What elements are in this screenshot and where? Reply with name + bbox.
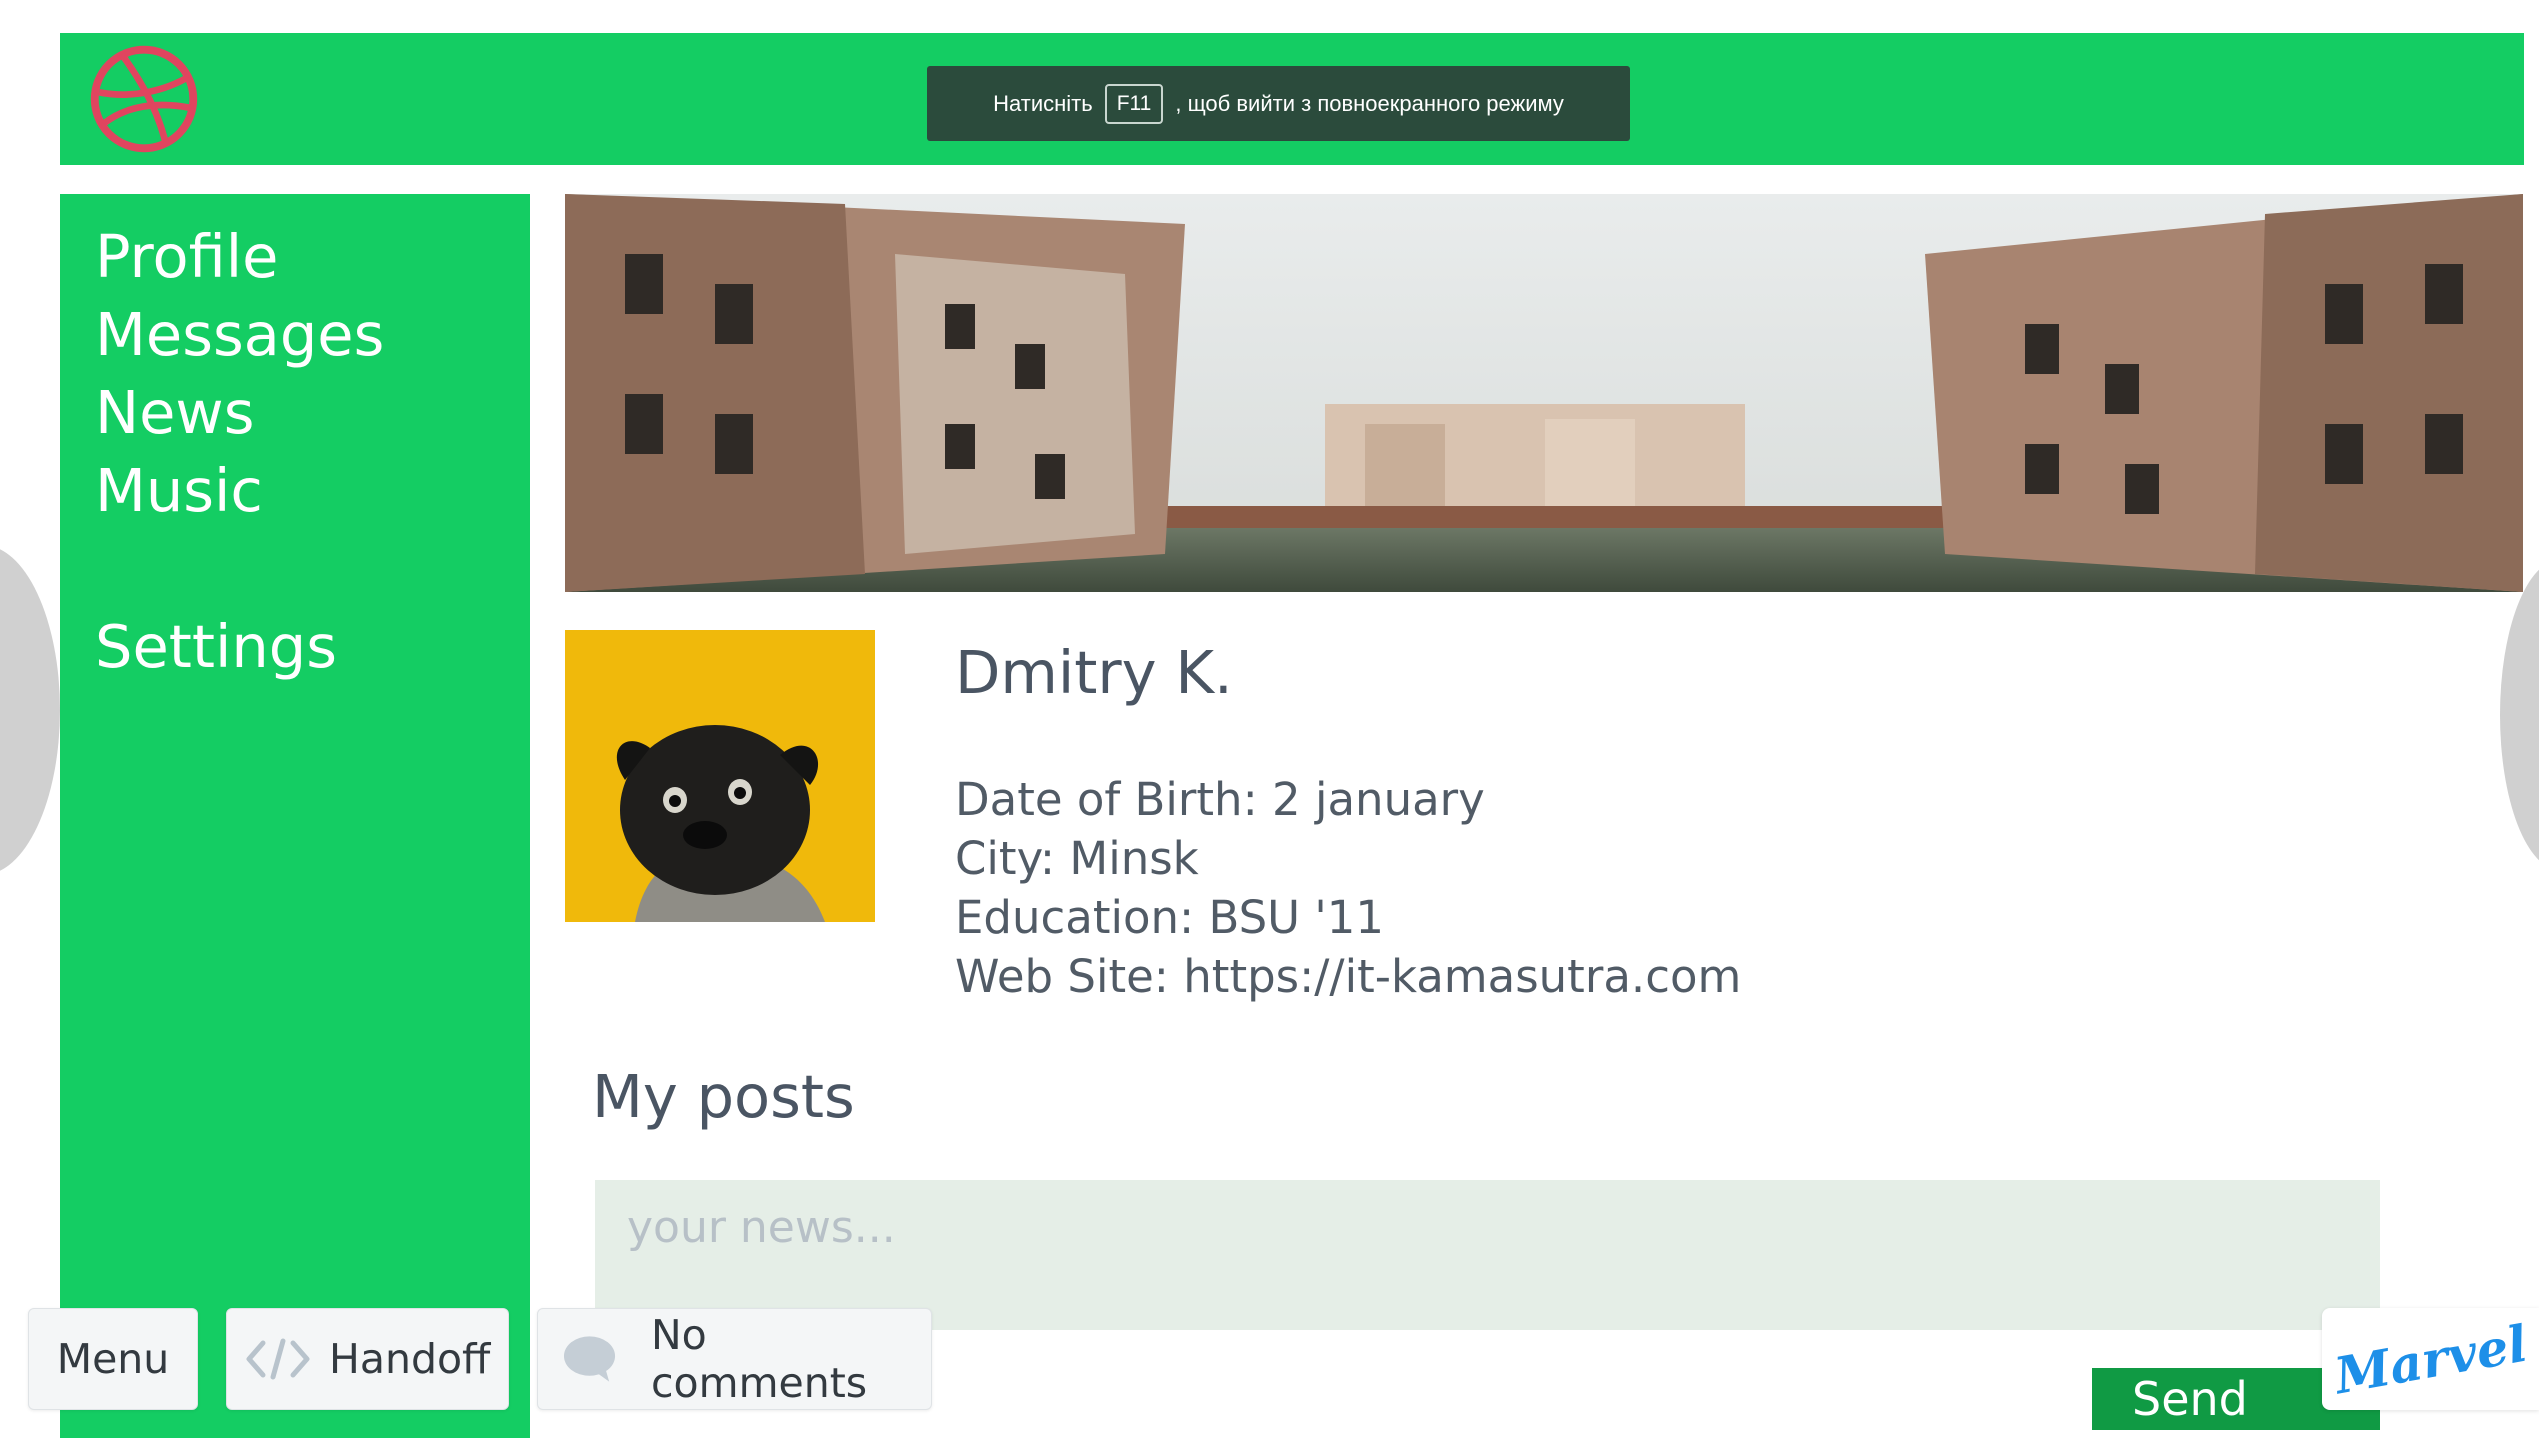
menu-button[interactable]: Menu	[28, 1308, 198, 1410]
fullscreen-notice-after: , щоб вийти з повноекранного режиму	[1175, 90, 1564, 116]
fullscreen-notice: Натисніть F11 , щоб вийти з повноекранно…	[927, 66, 1630, 141]
comments-button[interactable]: No comments	[537, 1308, 932, 1410]
fullscreen-notice-before: Натисніть	[993, 90, 1093, 116]
sidebar-nav: Profile Messages News Music Settings	[60, 194, 530, 1438]
sidebar-item-profile[interactable]: Profile	[95, 227, 278, 286]
posts-title: My posts	[592, 1062, 855, 1131]
sidebar-item-messages[interactable]: Messages	[95, 305, 384, 364]
handoff-button[interactable]: Handoff	[226, 1308, 509, 1410]
profile-date-of-birth: Date of Birth: 2 january	[955, 773, 1485, 826]
sidebar-item-music[interactable]: Music	[95, 461, 263, 520]
sidebar-item-settings[interactable]: Settings	[95, 617, 337, 676]
profile-education: Education: BSU '11	[955, 891, 1385, 944]
prev-screen-arrow[interactable]	[0, 545, 60, 875]
page: Натисніть F11 , щоб вийти з повноекранно…	[0, 0, 2539, 1438]
profile-name: Dmitry K.	[955, 638, 1233, 707]
banner-image	[565, 194, 2523, 592]
code-icon	[246, 1338, 310, 1380]
app-header: Натисніть F11 , щоб вийти з повноекранно…	[60, 33, 2524, 165]
marvel-logo-text: Marvel	[2329, 1313, 2532, 1405]
handoff-label: Handoff	[329, 1335, 491, 1383]
profile-avatar	[565, 630, 875, 922]
sidebar-item-news[interactable]: News	[95, 383, 254, 442]
marvel-logo[interactable]: Marvel	[2322, 1308, 2539, 1410]
profile-website: Web Site: https://it-kamasutra.com	[955, 950, 1742, 1003]
next-screen-arrow[interactable]	[2500, 560, 2539, 870]
menu-label: Menu	[56, 1335, 170, 1383]
f11-key: F11	[1104, 83, 1164, 124]
comment-bubble-icon	[563, 1336, 616, 1382]
comments-label: No comments	[651, 1311, 868, 1407]
dribbble-ball-icon[interactable]	[88, 43, 200, 155]
profile-city: City: Minsk	[955, 832, 1199, 885]
